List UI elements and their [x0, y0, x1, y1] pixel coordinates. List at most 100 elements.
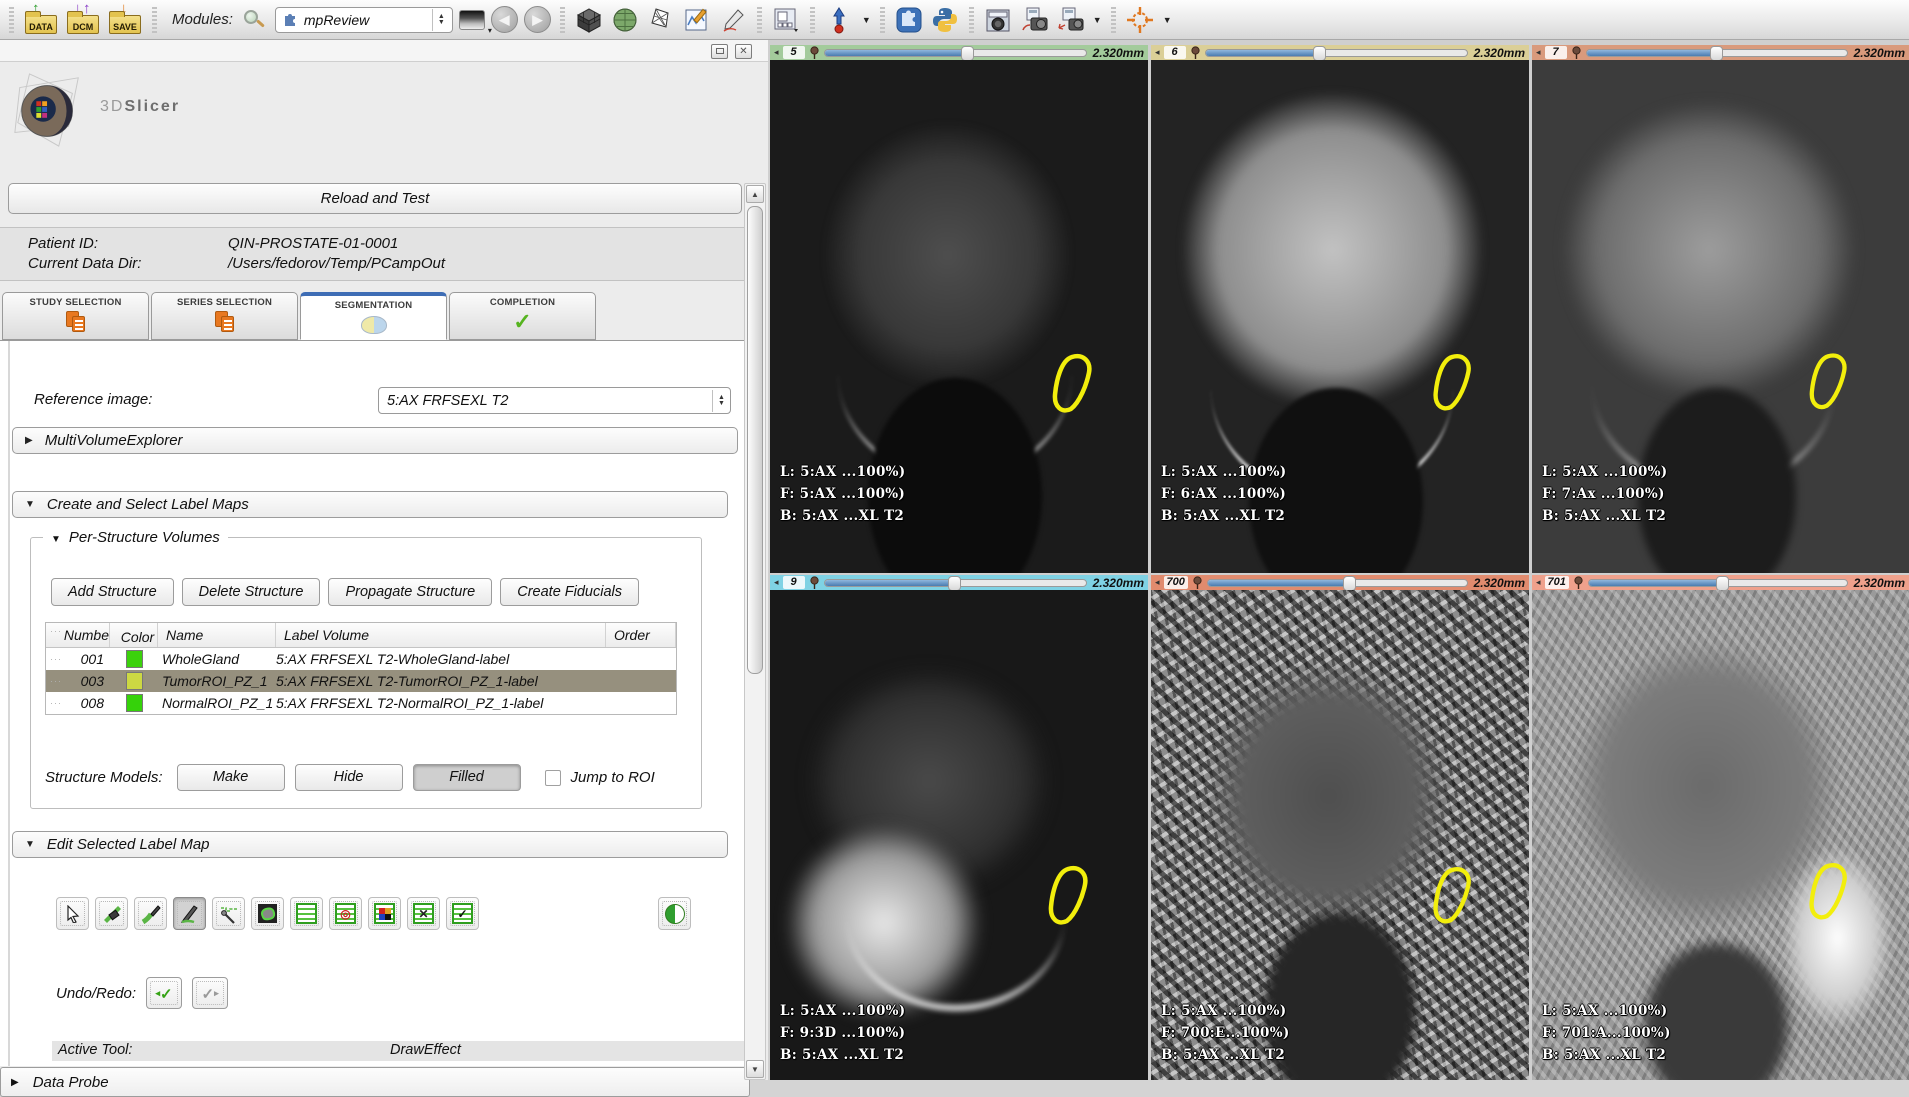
- slice-view-7[interactable]: ◂ 7 2.320mm L: 5:AX ...100%)F: 7:Ax ...1…: [1532, 45, 1909, 573]
- volume-rendering-button[interactable]: [574, 5, 604, 35]
- slice-decrement-button[interactable]: ◂: [1155, 45, 1160, 60]
- slice-image[interactable]: L: 5:AX ...100%)F: 700:E...100%)B: 5:AX …: [1151, 590, 1529, 1080]
- identify-islands-tool-button[interactable]: ◎: [329, 897, 362, 930]
- models-button[interactable]: [610, 5, 640, 35]
- slider-handle[interactable]: [1343, 576, 1356, 591]
- level-tracing-tool-button[interactable]: [212, 897, 245, 930]
- delete-structure-button[interactable]: Delete Structure: [182, 578, 321, 606]
- module-search-button[interactable]: [243, 9, 265, 31]
- table-row[interactable]: 001 WholeGland 5:AX FRFSEXL T2-WholeGlan…: [46, 648, 676, 670]
- pushpin-icon[interactable]: [809, 46, 820, 59]
- scroll-down-button[interactable]: ▼: [746, 1060, 764, 1078]
- color-swatch[interactable]: [126, 650, 143, 668]
- slice-decrement-button[interactable]: ◂: [774, 575, 779, 590]
- slice-image[interactable]: L: 5:AX ...100%)F: 701:A...100%)B: 5:AX …: [1532, 590, 1909, 1080]
- module-history-icon[interactable]: ▾: [459, 10, 485, 30]
- crosshair-button[interactable]: [1125, 5, 1155, 35]
- slice-view-701[interactable]: ◂ 701 2.320mm L: 5:AX ...100%)F: 701:A..…: [1532, 575, 1909, 1080]
- table-row-selected[interactable]: 003 TumorROI_PZ_1 5:AX FRFSEXL T2-TumorR…: [46, 670, 676, 692]
- toolbar-drag-handle[interactable]: [810, 7, 815, 33]
- module-selector[interactable]: mpReview ▲▼: [275, 7, 453, 33]
- save-scene-button[interactable]: ↓ SAVE: [107, 4, 143, 36]
- reload-and-test-button[interactable]: Reload and Test: [8, 183, 742, 214]
- screenshot-button[interactable]: [983, 5, 1013, 35]
- create-select-labelmaps-collapsible[interactable]: ▼ Create and Select Label Maps: [12, 491, 728, 518]
- grow-cut-tool-button[interactable]: [658, 897, 691, 930]
- reference-image-selector[interactable]: 5:AX FRFSEXL T2 ▲▼: [378, 387, 731, 414]
- toolbar-drag-handle[interactable]: [880, 7, 885, 33]
- tab-series-selection[interactable]: SERIES SELECTION: [151, 292, 298, 340]
- draw-tool-button[interactable]: [173, 897, 206, 930]
- slider-handle[interactable]: [961, 46, 974, 61]
- rectangle-tool-button[interactable]: [290, 897, 323, 930]
- slice-view-700[interactable]: ◂ 700 2.320mm L: 5:AX ...100%)F: 700:E..…: [1151, 575, 1529, 1080]
- module-selector-spinner[interactable]: ▲▼: [432, 9, 450, 31]
- threshold-tool-button[interactable]: [251, 897, 284, 930]
- slider-handle[interactable]: [1716, 576, 1729, 591]
- extensions-button[interactable]: [894, 5, 924, 35]
- slice-offset-slider[interactable]: [1205, 49, 1468, 57]
- data-probe-collapsible[interactable]: ▶ Data Probe: [0, 1067, 750, 1097]
- panel-scrollbar[interactable]: ▲ ▼: [744, 183, 766, 1080]
- pushpin-icon[interactable]: [809, 576, 820, 589]
- forward-icon[interactable]: ▶: [524, 6, 551, 33]
- toolbar-drag-handle[interactable]: [152, 7, 157, 33]
- change-island-tool-button[interactable]: [368, 897, 401, 930]
- slice-decrement-button[interactable]: ◂: [1536, 575, 1541, 590]
- filled-models-button[interactable]: Filled: [413, 764, 521, 791]
- edit-labelmap-collapsible[interactable]: ▼ Edit Selected Label Map: [12, 831, 728, 858]
- slice-view-6[interactable]: ◂ 6 2.320mm L: 5:AX ...100%)F: 6:AX ...1…: [1151, 45, 1529, 573]
- scene-view-button[interactable]: [1019, 5, 1049, 35]
- markups-button[interactable]: [718, 5, 748, 35]
- erase-tool-button[interactable]: [95, 897, 128, 930]
- dropdown-caret-icon[interactable]: ▼: [1163, 15, 1172, 25]
- pushpin-icon[interactable]: [1192, 576, 1203, 589]
- python-console-button[interactable]: [930, 5, 960, 35]
- slice-decrement-button[interactable]: ◂: [1536, 45, 1541, 60]
- slice-view-5[interactable]: ◂ 5 2.320mm L: 5:AX ...100%)F: 5:AX ...1…: [770, 45, 1148, 573]
- toolbar-drag-handle[interactable]: [969, 7, 974, 33]
- toolbar-drag-handle[interactable]: [1111, 7, 1116, 33]
- reference-image-spinner[interactable]: ▲▼: [712, 390, 730, 412]
- slice-decrement-button[interactable]: ◂: [774, 45, 779, 60]
- slider-handle[interactable]: [1313, 46, 1326, 61]
- paint-tool-button[interactable]: [134, 897, 167, 930]
- toolbar-drag-handle[interactable]: [560, 7, 565, 33]
- multivolume-explorer-collapsible[interactable]: ▶ MultiVolumeExplorer: [12, 427, 738, 454]
- scroll-up-button[interactable]: ▲: [746, 185, 764, 203]
- slice-offset-slider[interactable]: [824, 579, 1087, 587]
- pushpin-icon[interactable]: [1573, 576, 1584, 589]
- back-icon[interactable]: ◀: [491, 6, 518, 33]
- mouse-mode-button[interactable]: [824, 5, 854, 35]
- hide-models-button[interactable]: Hide: [295, 764, 403, 791]
- toolbar-drag-handle[interactable]: [757, 7, 762, 33]
- load-data-button[interactable]: ↑ DATA: [23, 4, 59, 36]
- redo-button[interactable]: ✓▸: [192, 977, 228, 1009]
- pushpin-icon[interactable]: [1190, 46, 1201, 59]
- per-structure-volumes-legend[interactable]: ▼Per-Structure Volumes: [43, 529, 228, 546]
- tab-completion[interactable]: COMPLETION ✓: [449, 292, 596, 340]
- dropdown-caret-icon[interactable]: ▼: [1093, 15, 1102, 25]
- cursor-tool-button[interactable]: [56, 897, 89, 930]
- transforms-button[interactable]: [646, 5, 676, 35]
- undo-button[interactable]: ◂✓: [146, 977, 182, 1009]
- slice-offset-slider[interactable]: [1207, 579, 1468, 587]
- propagate-structure-button[interactable]: Propagate Structure: [328, 578, 492, 606]
- create-fiducials-button[interactable]: Create Fiducials: [500, 578, 639, 606]
- tab-segmentation[interactable]: SEGMENTATION: [300, 292, 447, 340]
- scene-view-restore-button[interactable]: [1055, 5, 1085, 35]
- scrollbar-thumb[interactable]: [747, 206, 763, 674]
- dropdown-caret-icon[interactable]: ▼: [862, 15, 871, 25]
- charts-button[interactable]: [682, 5, 712, 35]
- slice-offset-slider[interactable]: [1588, 579, 1848, 587]
- close-panel-button[interactable]: ✕: [735, 44, 752, 59]
- save-island-tool-button[interactable]: ✓: [446, 897, 479, 930]
- table-row[interactable]: 008 NormalROI_PZ_1 5:AX FRFSEXL T2-Norma…: [46, 692, 676, 714]
- load-dicom-button[interactable]: ↓ ↑ DCM: [65, 4, 101, 36]
- tab-study-selection[interactable]: STUDY SELECTION: [2, 292, 149, 340]
- slice-image[interactable]: L: 5:AX ...100%)F: 9:3D ...100%)B: 5:AX …: [770, 590, 1148, 1080]
- slice-view-9[interactable]: ◂ 9 2.320mm L: 5:AX ...100%)F: 9:3D ...1…: [770, 575, 1148, 1080]
- slice-image[interactable]: L: 5:AX ...100%)F: 7:Ax ...100%)B: 5:AX …: [1532, 60, 1909, 573]
- layout-selector-button[interactable]: [771, 5, 801, 35]
- slice-offset-slider[interactable]: [824, 49, 1087, 57]
